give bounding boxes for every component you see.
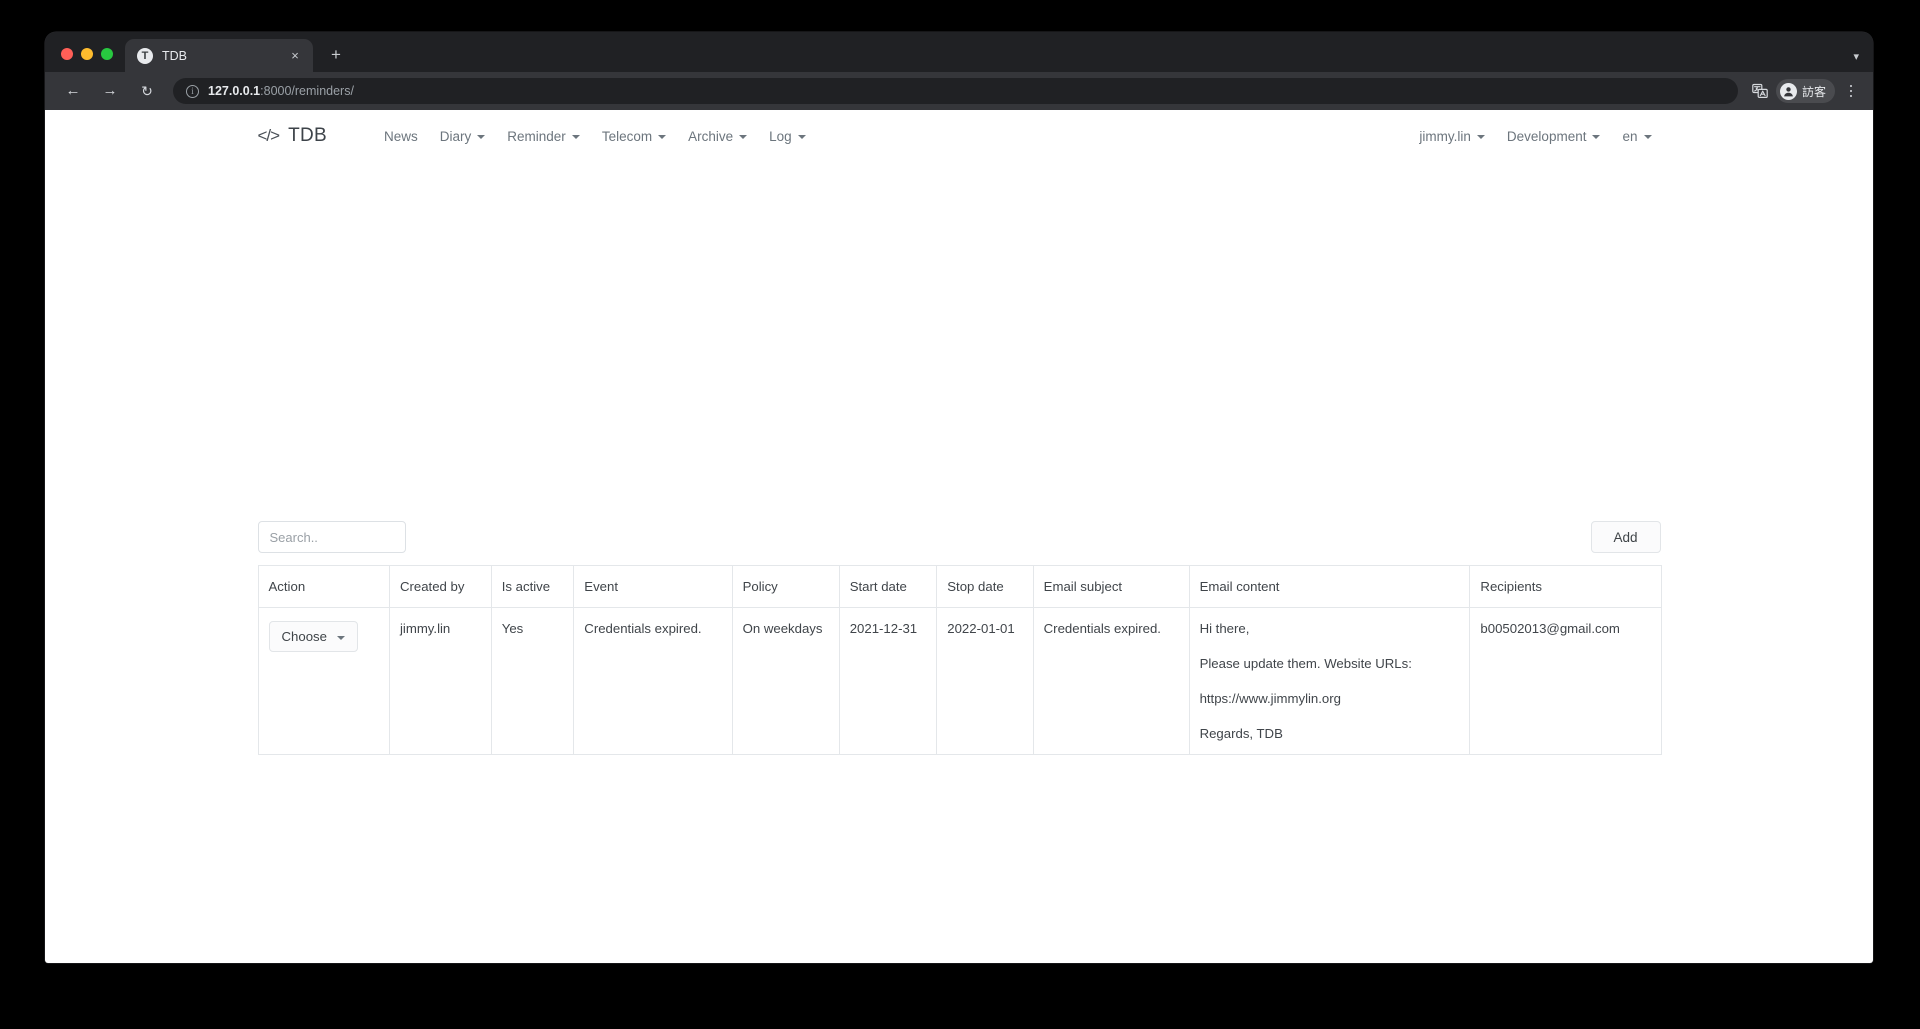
email-content-line: Regards, TDB bbox=[1199, 726, 1283, 741]
url-host: 127.0.0.1 bbox=[208, 84, 261, 98]
column-header-action: Action bbox=[257, 565, 390, 608]
email-content-line: Please update them. Website URLs: bbox=[1199, 656, 1412, 671]
site-navbar: </> TDB News Diary Reminder Telecom Arch… bbox=[45, 110, 1873, 162]
column-header-recipients: Recipients bbox=[1469, 565, 1662, 608]
chevron-down-icon bbox=[797, 135, 806, 139]
kebab-menu-icon[interactable] bbox=[1839, 79, 1863, 103]
site-info-icon[interactable]: i bbox=[186, 84, 199, 98]
add-button[interactable]: Add bbox=[1590, 521, 1661, 553]
profile-button[interactable]: 訪客 bbox=[1775, 79, 1835, 103]
column-header-created-by: Created by bbox=[388, 565, 492, 608]
brand-logo[interactable]: </> TDB bbox=[252, 125, 328, 147]
profile-name: 訪客 bbox=[1801, 84, 1826, 99]
close-icon[interactable]: × bbox=[287, 48, 303, 64]
nav-item-label: Development bbox=[1506, 128, 1587, 144]
chevron-down-icon bbox=[1476, 135, 1485, 139]
chevron-down-icon bbox=[571, 135, 580, 139]
nav-item-label: Reminder bbox=[507, 128, 566, 144]
brand-name: TDB bbox=[288, 125, 327, 146]
cell-event: Credentials expired. bbox=[573, 607, 733, 755]
nav-item-label: News bbox=[384, 128, 418, 144]
cell-is-active: Yes bbox=[490, 607, 575, 755]
cell-start-date: 2021-12-31 bbox=[838, 607, 938, 755]
column-header-policy: Policy bbox=[731, 565, 840, 608]
nav-item-label: Log bbox=[769, 128, 792, 144]
close-window-button[interactable] bbox=[61, 48, 73, 60]
address-bar[interactable]: i 127.0.0.1:8000/reminders/ bbox=[173, 78, 1738, 104]
nav-item-label: Diary bbox=[439, 128, 472, 144]
chevron-down-icon bbox=[477, 135, 486, 139]
chevron-down-icon bbox=[1592, 135, 1601, 139]
avatar bbox=[1779, 82, 1797, 100]
nav-item-language[interactable]: en bbox=[1611, 123, 1662, 150]
nav-item-telecom[interactable]: Telecom bbox=[591, 123, 677, 150]
cell-email-content: Hi there, Please update them. Website UR… bbox=[1188, 607, 1471, 755]
reload-icon[interactable]: ↻ bbox=[133, 77, 161, 105]
table-toolbar: Add bbox=[257, 521, 1661, 553]
tab-title: TDB bbox=[162, 48, 187, 63]
primary-nav: News Diary Reminder Telecom Archive Log bbox=[373, 123, 817, 150]
maximize-window-button[interactable] bbox=[101, 48, 113, 60]
cell-stop-date: 2022-01-01 bbox=[936, 607, 1034, 755]
code-brackets-icon: </> bbox=[257, 126, 281, 145]
url-path: :8000/reminders/ bbox=[260, 84, 354, 98]
favicon-icon: T bbox=[137, 47, 153, 64]
chevron-down-icon[interactable]: ▾ bbox=[1853, 50, 1859, 63]
minimize-window-button[interactable] bbox=[81, 48, 93, 60]
table-row: Choose jimmy.lin Yes Credentials expired… bbox=[257, 607, 1662, 755]
chevron-down-icon bbox=[1643, 135, 1652, 139]
nav-item-log[interactable]: Log bbox=[758, 123, 817, 150]
email-content-line: Hi there, bbox=[1199, 621, 1250, 636]
new-tab-button[interactable]: + bbox=[322, 41, 350, 69]
forward-icon[interactable]: → bbox=[96, 77, 124, 105]
column-header-event: Event bbox=[573, 565, 733, 608]
chevron-down-icon bbox=[336, 635, 345, 640]
nav-item-label: Archive bbox=[688, 128, 734, 144]
nav-item-diary[interactable]: Diary bbox=[429, 123, 497, 150]
nav-item-archive[interactable]: Archive bbox=[677, 123, 758, 150]
browser-tabstrip: T TDB × + ▾ bbox=[45, 32, 1873, 72]
cell-created-by: jimmy.lin bbox=[388, 607, 492, 755]
window-traffic-lights bbox=[55, 48, 125, 72]
table-head: Action Created by Is active Event Policy… bbox=[257, 565, 1662, 608]
browser-tab[interactable]: T TDB × bbox=[125, 39, 313, 72]
column-header-email-subject: Email subject bbox=[1032, 565, 1190, 608]
email-content-line: https://www.jimmylin.org bbox=[1199, 691, 1341, 706]
cell-email-subject: Credentials expired. bbox=[1032, 607, 1190, 755]
nav-item-user-menu[interactable]: jimmy.lin bbox=[1408, 123, 1496, 150]
choose-dropdown-label: Choose bbox=[281, 629, 327, 644]
address-bar-url: 127.0.0.1:8000/reminders/ bbox=[208, 84, 354, 98]
column-header-start-date: Start date bbox=[838, 565, 938, 608]
browser-window: T TDB × + ▾ ← → ↻ i 127.0.0.1:8000/remin… bbox=[45, 32, 1873, 963]
column-header-is-active: Is active bbox=[490, 565, 575, 608]
nav-item-label: jimmy.lin bbox=[1419, 128, 1471, 144]
toolbar-right-actions: 訪客 bbox=[1748, 79, 1863, 103]
column-header-stop-date: Stop date bbox=[936, 565, 1034, 608]
secondary-nav: jimmy.lin Development en bbox=[1408, 123, 1666, 150]
nav-item-reminder[interactable]: Reminder bbox=[496, 123, 591, 150]
page-viewport: </> TDB News Diary Reminder Telecom Arch… bbox=[45, 110, 1873, 963]
nav-item-environment[interactable]: Development bbox=[1496, 123, 1612, 150]
cell-policy: On weekdays bbox=[731, 607, 840, 755]
table-body: Choose jimmy.lin Yes Credentials expired… bbox=[257, 607, 1662, 755]
reminders-table: Action Created by Is active Event Policy… bbox=[257, 565, 1662, 755]
browser-toolbar: ← → ↻ i 127.0.0.1:8000/reminders/ 訪客 bbox=[45, 72, 1873, 110]
column-header-email-content: Email content bbox=[1188, 565, 1471, 608]
choose-dropdown-button[interactable]: Choose bbox=[268, 621, 358, 652]
chevron-down-icon bbox=[739, 135, 748, 139]
nav-item-news[interactable]: News bbox=[373, 123, 429, 150]
table-header-row: Action Created by Is active Event Policy… bbox=[257, 565, 1662, 608]
cell-action: Choose bbox=[257, 607, 390, 755]
nav-item-label: Telecom bbox=[601, 128, 653, 144]
chevron-down-icon bbox=[658, 135, 667, 139]
back-icon[interactable]: ← bbox=[59, 77, 87, 105]
search-input[interactable] bbox=[257, 521, 406, 553]
translate-icon[interactable] bbox=[1748, 80, 1772, 102]
nav-item-label: en bbox=[1622, 128, 1638, 144]
cell-recipients: b00502013@gmail.com bbox=[1469, 607, 1662, 755]
